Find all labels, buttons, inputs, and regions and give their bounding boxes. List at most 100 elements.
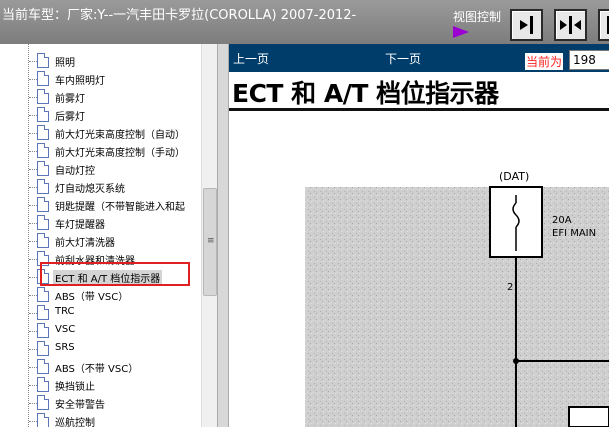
sidebar-item[interactable]: 前雾灯 [29, 88, 209, 106]
tree-branch-line [29, 277, 37, 278]
sidebar-item-label: 车内照明灯 [55, 76, 105, 87]
sidebar-item[interactable]: 巡航控制 [29, 412, 209, 427]
content-panel: 上一页 下一页 当前为 ECT 和 A/T 档位指示器 (DAT) 20A EF… [229, 44, 609, 427]
sidebar-item[interactable]: 前大灯光束高度控制（手动） [29, 142, 209, 160]
document-icon [37, 197, 49, 212]
sidebar-item[interactable]: VSC [29, 322, 209, 340]
sidebar-item-label: 前大灯清洗器 [55, 238, 115, 249]
document-icon [37, 341, 49, 356]
sidebar-item[interactable]: ABS（不带 VSC） [29, 358, 209, 376]
panel-right-icon [520, 16, 533, 34]
tree-branch-line [29, 151, 37, 152]
tree-branch-line [29, 205, 37, 206]
document-icon [37, 395, 49, 410]
diagram-margin [229, 111, 305, 427]
sidebar-item[interactable]: 换挡锁止 [29, 376, 209, 394]
tree-branch-line [29, 115, 37, 116]
sidebar-item[interactable]: 车内照明灯 [29, 70, 209, 88]
document-icon [37, 359, 49, 374]
sidebar-item[interactable]: 后雾灯 [29, 106, 209, 124]
sidebar-item-label: ABS（不带 VSC） [55, 364, 139, 375]
sidebar-item-label: 车灯提醒器 [55, 220, 105, 231]
sidebar-item[interactable]: 前大灯清洗器 [29, 232, 209, 250]
next-page-link[interactable]: 下一页 [385, 50, 421, 67]
play-icon[interactable] [453, 26, 469, 38]
prev-page-link[interactable]: 上一页 [233, 50, 269, 67]
connector-label: (DAT) [499, 170, 529, 183]
tree-branch-line [29, 187, 37, 188]
view-split-button[interactable] [554, 9, 587, 41]
sidebar-item-label: TRC [55, 306, 75, 317]
sidebar-item-label: 前雾灯 [55, 94, 85, 105]
vehicle-title: 当前车型：厂家:Y--一汽丰田卡罗拉(COROLLA) 2007-2012- [2, 8, 357, 23]
document-icon [37, 413, 49, 427]
tree-branch-line [29, 295, 37, 296]
document-icon [37, 377, 49, 392]
sidebar-item[interactable]: TRC [29, 304, 209, 322]
document-icon [37, 305, 49, 320]
tree-branch-line [29, 349, 37, 350]
tree-branch-line [29, 367, 37, 368]
sidebar-item-label: 灯自动熄灭系统 [55, 184, 125, 195]
sidebar-item[interactable]: SRS [29, 340, 209, 358]
document-icon [37, 107, 49, 122]
document-icon [37, 53, 49, 68]
fuse-rating: 20A [552, 215, 572, 226]
sidebar-item[interactable]: 前大灯光束高度控制（自动） [29, 124, 209, 142]
sidebar-item[interactable]: 车灯提醒器 [29, 214, 209, 232]
header-bar: 当前车型：厂家:Y--一汽丰田卡罗拉(COROLLA) 2007-2012- 视… [0, 0, 609, 44]
sidebar-item-label: 后雾灯 [55, 112, 85, 123]
document-icon [37, 143, 49, 158]
panel-splitter[interactable] [217, 44, 229, 427]
tree-branch-line [29, 259, 37, 260]
sidebar-item-label: VSC [55, 324, 76, 335]
sidebar-item-label: 自动灯控 [55, 166, 95, 177]
sidebar-item-label: 钥匙提醒（不带智能进入和起 [55, 202, 185, 213]
sidebar-item[interactable]: 自动灯控 [29, 160, 209, 178]
view-left-button[interactable] [598, 9, 609, 41]
sidebar-item-label: 前大灯光束高度控制（手动） [55, 148, 185, 159]
tree-branch-line [29, 331, 37, 332]
sidebar-item-label: 安全带警告 [55, 400, 105, 411]
document-icon [37, 233, 49, 248]
page-navbar: 上一页 下一页 当前为 [229, 44, 609, 72]
document-icon [37, 125, 49, 140]
sidebar-item[interactable]: 钥匙提醒（不带智能进入和起 [29, 196, 209, 214]
tree-branch-line [29, 133, 37, 134]
view-control-label: 视图控制 [453, 10, 502, 24]
page-number-input[interactable] [569, 50, 609, 70]
scroll-thumb[interactable]: ≡ [203, 188, 217, 296]
sidebar-item[interactable]: 安全带警告 [29, 394, 209, 412]
sidebar-tree: 照明车内照明灯前雾灯后雾灯 前大灯光束高度控制（自动） 前大灯光束高度控制（手动） 自… [0, 44, 217, 427]
sidebar-scrollbar[interactable]: ≡ [201, 44, 217, 427]
tree-branch-line [29, 169, 37, 170]
document-icon [37, 215, 49, 230]
tree-branch-line [29, 241, 37, 242]
pin-number: 2 [507, 282, 513, 293]
tree-branch-line [29, 97, 37, 98]
sidebar-item[interactable]: 灯自动熄灭系统 [29, 178, 209, 196]
document-icon [37, 71, 49, 86]
wiring-diagram: (DAT) 20A EFI MAIN 2 [229, 111, 609, 427]
scroll-grip-icon: ≡ [207, 236, 215, 246]
fuse-name: EFI MAIN [552, 228, 596, 239]
document-icon [37, 323, 49, 338]
component-block [568, 406, 609, 427]
tree-branch-line [29, 79, 37, 80]
sidebar-item-label: 巡航控制 [55, 418, 95, 427]
sidebar-item-label: ABS（带 VSC） [55, 292, 129, 303]
document-icon [37, 89, 49, 104]
tree-branch-line [29, 403, 37, 404]
document-title: ECT 和 A/T 档位指示器 [232, 79, 499, 108]
document-icon [37, 161, 49, 176]
sidebar-item-label: 照明 [55, 58, 75, 69]
sidebar-item[interactable]: ABS（带 VSC） [29, 286, 209, 304]
tree-branch-line [29, 421, 37, 422]
view-right-button[interactable] [510, 9, 543, 41]
junction-dot [513, 358, 519, 364]
panel-left-icon [607, 16, 609, 34]
sidebar-item[interactable]: 照明 [29, 52, 209, 70]
panel-split-icon [560, 16, 581, 34]
sidebar-item-label: SRS [55, 342, 75, 353]
tree-branch-line [29, 385, 37, 386]
